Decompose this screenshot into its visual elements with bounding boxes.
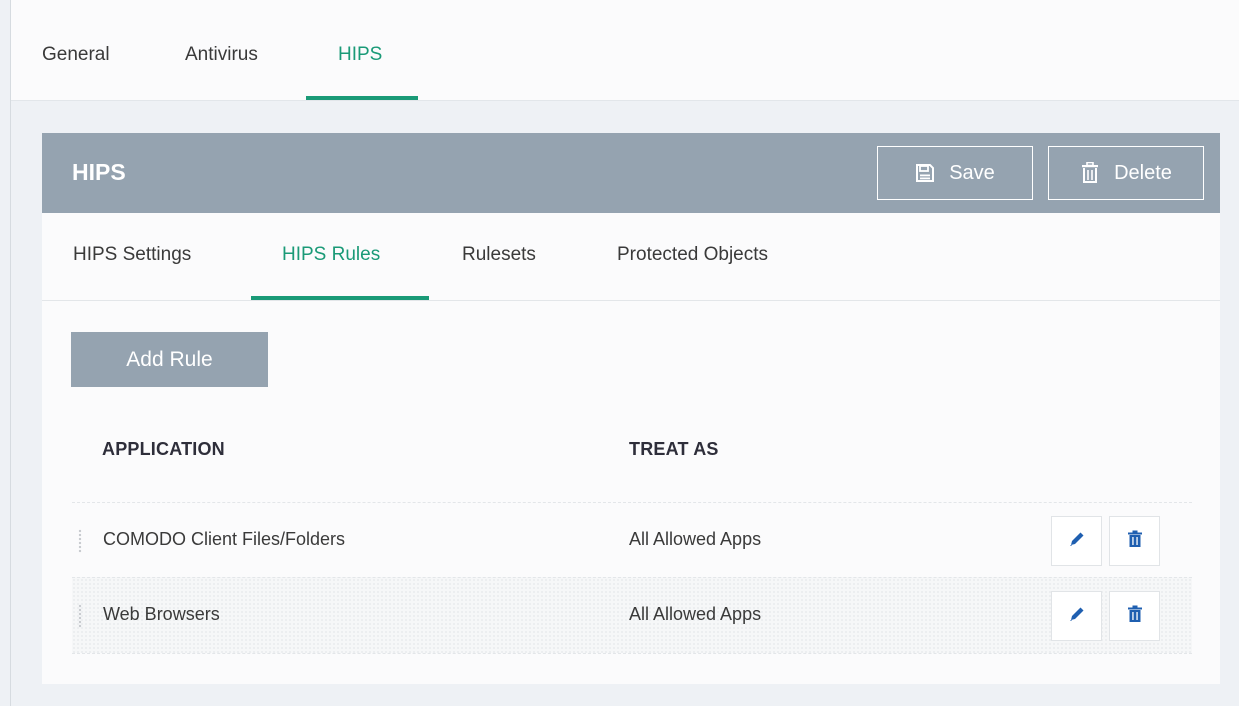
panel-header: HIPS Save Delete [42,133,1220,213]
delete-button[interactable]: Delete [1048,146,1204,200]
pencil-icon [1068,530,1086,553]
row-treat-as: All Allowed Apps [629,604,762,624]
table-row: COMODO Client Files/Folders All Allowed … [72,502,1192,578]
table-row: Web Browsers All Allowed Apps [72,577,1192,653]
tab-hips[interactable]: HIPS [338,44,382,66]
active-subtab-indicator [251,296,429,300]
table-bottom-divider [72,653,1192,654]
save-button[interactable]: Save [877,146,1033,200]
edit-button[interactable] [1051,591,1102,641]
tab-antivirus[interactable]: Antivirus [185,44,258,66]
row-application: COMODO Client Files/Folders [103,529,346,549]
trash-icon [1127,605,1143,628]
panel-title: HIPS [72,159,126,185]
hips-panel: HIPS Save Delete HIPS Settings HIPS Rule… [42,133,1220,684]
column-header-application[interactable]: APPLICATION [102,439,225,460]
tab-hips-settings[interactable]: HIPS Settings [73,244,191,266]
save-label: Save [949,161,995,184]
tab-protected-objects[interactable]: Protected Objects [617,244,768,266]
delete-row-button[interactable] [1109,591,1160,641]
delete-label: Delete [1114,161,1172,184]
edit-button[interactable] [1051,516,1102,566]
active-tab-indicator [306,96,418,100]
sub-tab-bar: HIPS Settings HIPS Rules Rulesets Protec… [42,213,1220,301]
trash-icon [1080,162,1100,184]
tab-hips-rules[interactable]: HIPS Rules [282,244,380,266]
trash-icon [1127,530,1143,553]
add-rule-button[interactable]: Add Rule [71,332,268,387]
row-treat-as: All Allowed Apps [629,529,762,549]
row-application: Web Browsers [103,604,220,624]
delete-row-button[interactable] [1109,516,1160,566]
pencil-icon [1068,605,1086,628]
tab-rulesets[interactable]: Rulesets [462,244,536,266]
policy-frame: General Antivirus HIPS HIPS Save Delete … [10,0,1239,706]
column-header-treat-as[interactable]: TREAT AS [629,439,719,460]
top-tab-bar: General Antivirus HIPS [11,0,1239,101]
tab-general[interactable]: General [42,44,110,66]
floppy-disk-icon [915,163,935,183]
drag-handle-icon[interactable] [78,604,82,628]
drag-handle-icon[interactable] [78,529,82,553]
